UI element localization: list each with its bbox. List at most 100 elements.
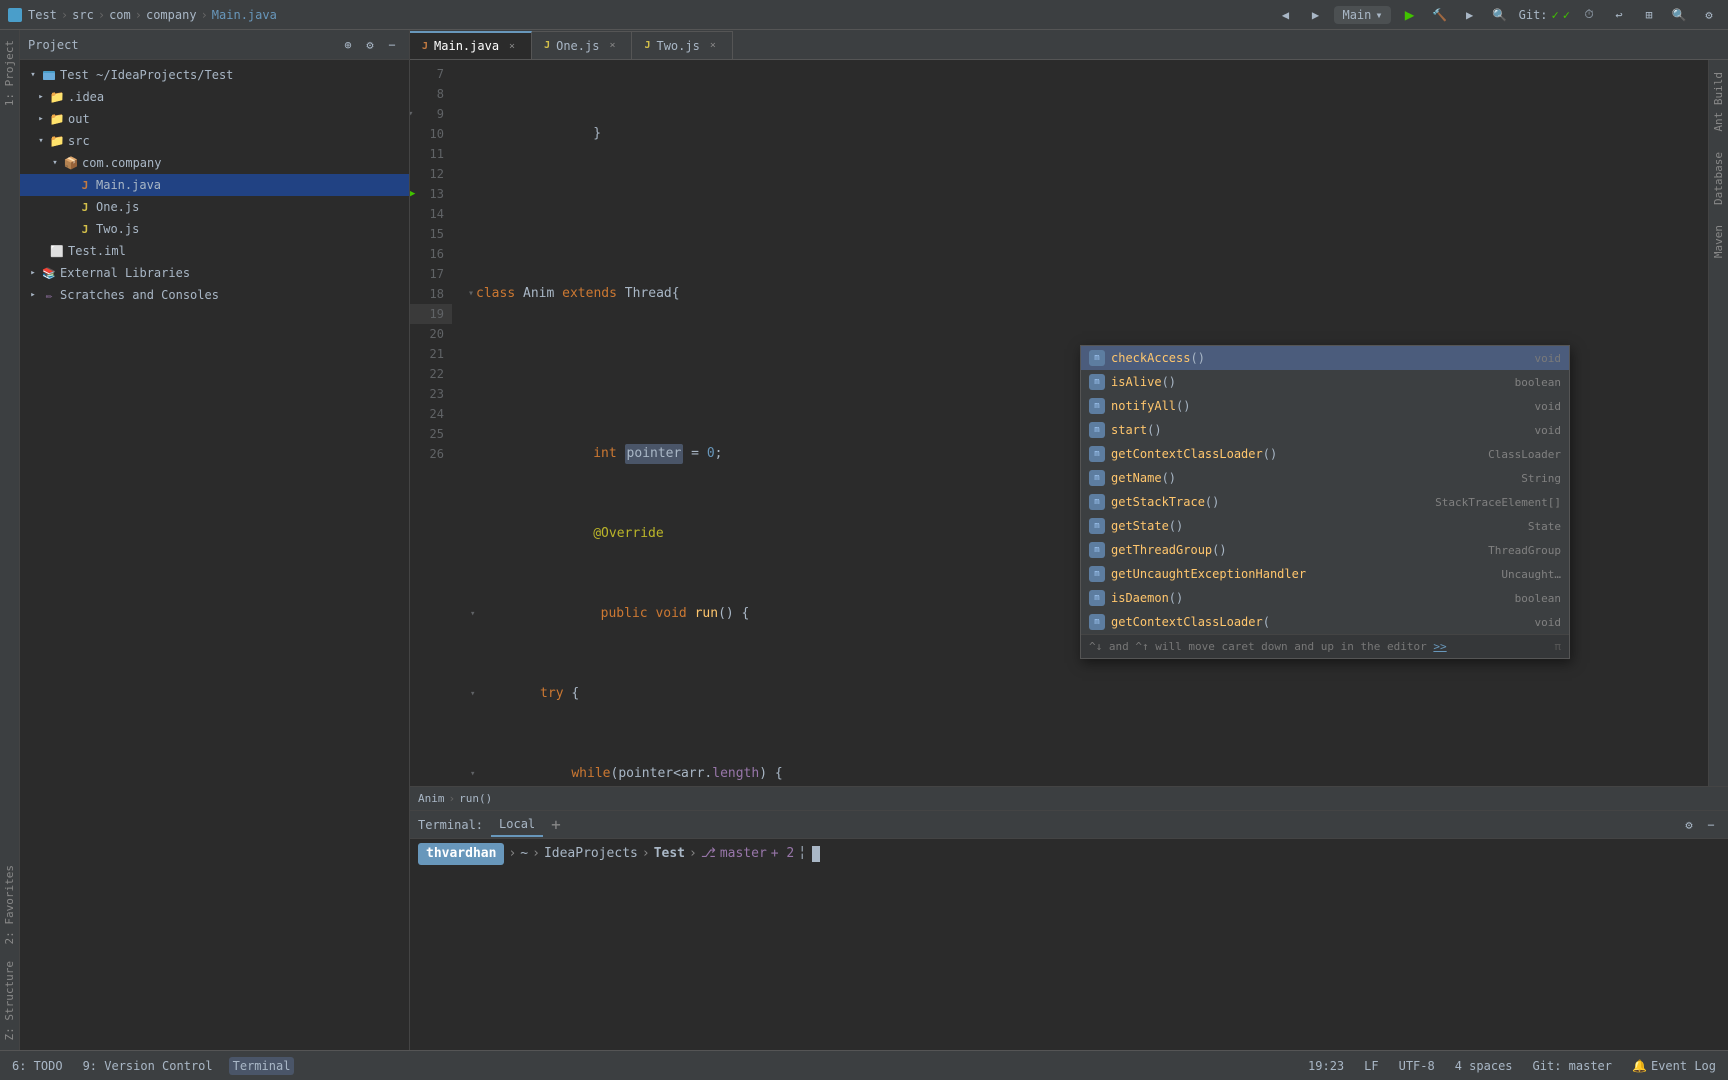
- status-event-log[interactable]: 🔔 Event Log: [1628, 1057, 1720, 1075]
- ac-item-isalive[interactable]: m isAlive() boolean: [1081, 370, 1569, 394]
- search-button[interactable]: 🔍: [1489, 4, 1511, 26]
- ac-item-checkaccess[interactable]: m checkAccess() void: [1081, 346, 1569, 370]
- sidebar-tab-structure[interactable]: Z: Structure: [1, 955, 18, 1046]
- breadcrumb-com[interactable]: com: [109, 8, 131, 22]
- status-git-branch[interactable]: Git: master: [1529, 1057, 1616, 1075]
- panel-settings-button[interactable]: ⚙: [361, 36, 379, 54]
- add-terminal-button[interactable]: +: [551, 815, 561, 834]
- ac-item-getname[interactable]: m getName() String: [1081, 466, 1569, 490]
- ac-item-getthreadgroup[interactable]: m getThreadGroup() ThreadGroup: [1081, 538, 1569, 562]
- autocomplete-popup[interactable]: m checkAccess() void m isAlive() boolean…: [1080, 345, 1570, 659]
- breadcrumb-src[interactable]: src: [72, 8, 94, 22]
- tab-one-js[interactable]: J One.js ×: [532, 31, 632, 59]
- tree-item-two-js[interactable]: J Two.js: [20, 218, 409, 240]
- status-indent-label: 4 spaces: [1455, 1059, 1513, 1073]
- status-line-col[interactable]: 19:23: [1304, 1057, 1348, 1075]
- prompt-project: Test: [654, 844, 685, 864]
- ac-item-isdaemon[interactable]: m isDaemon() boolean: [1081, 586, 1569, 610]
- tab-one-js-close[interactable]: ×: [605, 39, 619, 53]
- ac-type-getthreadgroup: ThreadGroup: [1488, 544, 1561, 557]
- tree-item-test-iml[interactable]: ⬜ Test.iml: [20, 240, 409, 262]
- terminal-actions: ⚙ −: [1680, 816, 1720, 834]
- tab-two-js-close[interactable]: ×: [706, 39, 720, 53]
- code-line-9: ▾class Anim extends Thread{: [460, 284, 1708, 304]
- breadcrumb-test[interactable]: Test: [28, 8, 57, 22]
- ac-item-notifyall[interactable]: m notifyAll() void: [1081, 394, 1569, 418]
- terminal-minimize-button[interactable]: −: [1702, 816, 1720, 834]
- search-everywhere-button[interactable]: 🔍: [1668, 4, 1690, 26]
- code-line-7: }: [460, 124, 1708, 144]
- status-terminal-btn[interactable]: Terminal: [229, 1057, 295, 1075]
- ac-type-getuncaught: Uncaught…: [1501, 568, 1561, 581]
- status-utf[interactable]: UTF-8: [1395, 1057, 1439, 1075]
- ac-method-icon2: m: [1089, 374, 1105, 390]
- tab-main-java-close[interactable]: ×: [505, 39, 519, 53]
- panel-add-button[interactable]: ⊕: [339, 36, 357, 54]
- status-bar: 6: TODO 9: Version Control Terminal 19:2…: [0, 1050, 1728, 1080]
- tree-item-one-js[interactable]: J One.js: [20, 196, 409, 218]
- terminal-settings-button[interactable]: ⚙: [1680, 816, 1698, 834]
- run-gutter-icon[interactable]: ▶: [410, 184, 415, 204]
- tree-label-scratches: Scratches and Consoles: [60, 288, 219, 302]
- revert-button[interactable]: ↩: [1608, 4, 1630, 26]
- breadcrumb-file[interactable]: Main.java: [212, 8, 277, 22]
- arrow-icon: [36, 246, 46, 256]
- tree-item-src[interactable]: ▾ 📁 src: [20, 130, 409, 152]
- build-button[interactable]: 🔨: [1429, 4, 1451, 26]
- ac-item-getuncaught[interactable]: m getUncaughtExceptionHandler Uncaught…: [1081, 562, 1569, 586]
- tab-two-js[interactable]: J Two.js ×: [632, 31, 732, 59]
- ant-build-tab[interactable]: Ant Build: [1710, 64, 1727, 140]
- ac-name-getcontextclassloader2: getContextClassLoader(: [1111, 615, 1529, 629]
- breadcrumb-company[interactable]: company: [146, 8, 197, 22]
- tree-item-scratches[interactable]: ▸ ✏ Scratches and Consoles: [20, 284, 409, 306]
- line-num-13: 13 ▶: [410, 184, 452, 204]
- structure-button[interactable]: ⊞: [1638, 4, 1660, 26]
- line-num-26: 26: [410, 444, 452, 464]
- history-button[interactable]: ⏱: [1578, 4, 1600, 26]
- bottom-panel: Terminal: Local + ⚙ − thvardhan › ~ › Id…: [410, 810, 1728, 1050]
- tree-item-out[interactable]: ▸ 📁 out: [20, 108, 409, 130]
- tab-main-java[interactable]: J Main.java ×: [410, 31, 532, 59]
- ac-item-start[interactable]: m start() void: [1081, 418, 1569, 442]
- status-encoding[interactable]: LF: [1360, 1057, 1382, 1075]
- git-check-icon2: ✓: [1563, 8, 1570, 22]
- ac-type-getstate: State: [1528, 520, 1561, 533]
- coverage-button[interactable]: ▶: [1459, 4, 1481, 26]
- database-tab[interactable]: Database: [1710, 144, 1727, 213]
- sidebar-tab-favorites[interactable]: 2: Favorites: [1, 859, 18, 950]
- status-vcs[interactable]: 9: Version Control: [79, 1057, 217, 1075]
- tree-item-idea[interactable]: ▸ 📁 .idea: [20, 86, 409, 108]
- arrow-icon: ▾: [28, 70, 38, 80]
- ac-item-getstacktrace[interactable]: m getStackTrace() StackTraceElement[]: [1081, 490, 1569, 514]
- tree-item-external-libs[interactable]: ▸ 📚 External Libraries: [20, 262, 409, 284]
- status-todo[interactable]: 6: TODO: [8, 1057, 67, 1075]
- run-button[interactable]: ▶: [1399, 4, 1421, 26]
- ac-name-start: start(): [1111, 423, 1529, 437]
- ac-method-icon5: m: [1089, 446, 1105, 462]
- tab-main-java-label: Main.java: [434, 39, 499, 53]
- ac-type-isdaemon: boolean: [1515, 592, 1561, 605]
- status-indent[interactable]: 4 spaces: [1451, 1057, 1517, 1075]
- tree-item-test[interactable]: ▾ Test ~/IdeaProjects/Test: [20, 64, 409, 86]
- tree-item-com-company[interactable]: ▾ 📦 com.company: [20, 152, 409, 174]
- ac-footer-link[interactable]: >>: [1433, 640, 1446, 653]
- run-configuration-selector[interactable]: Main ▾: [1334, 6, 1390, 24]
- toolbar-navigate-forward[interactable]: ▶: [1304, 4, 1326, 26]
- project-icon: [8, 8, 22, 22]
- code-editor[interactable]: 7 8 9 ▾ 10 11 12 13 ▶ 14 15 16 17 18: [410, 60, 1708, 786]
- ac-item-getstate[interactable]: m getState() State: [1081, 514, 1569, 538]
- sidebar-tab-project[interactable]: 1: Project: [1, 34, 18, 112]
- toolbar-navigate-back[interactable]: ◀: [1274, 4, 1296, 26]
- line-num-22: 22: [410, 364, 452, 384]
- status-todo-label: 6: TODO: [12, 1059, 63, 1073]
- maven-tab[interactable]: Maven: [1710, 217, 1727, 266]
- ac-item-getcontextclassloader[interactable]: m getContextClassLoader() ClassLoader: [1081, 442, 1569, 466]
- settings-button[interactable]: ⚙: [1698, 4, 1720, 26]
- project-tree: ▾ Test ~/IdeaProjects/Test ▸ 📁 .idea ▸ 📁…: [20, 60, 409, 1050]
- terminal-local-tab[interactable]: Local: [491, 813, 543, 837]
- line-num-11: 11: [410, 144, 452, 164]
- tree-item-main-java[interactable]: J Main.java: [20, 174, 409, 196]
- panel-minimize-button[interactable]: −: [383, 36, 401, 54]
- ac-method-icon3: m: [1089, 398, 1105, 414]
- ac-item-getcontextclassloader2[interactable]: m getContextClassLoader( void: [1081, 610, 1569, 634]
